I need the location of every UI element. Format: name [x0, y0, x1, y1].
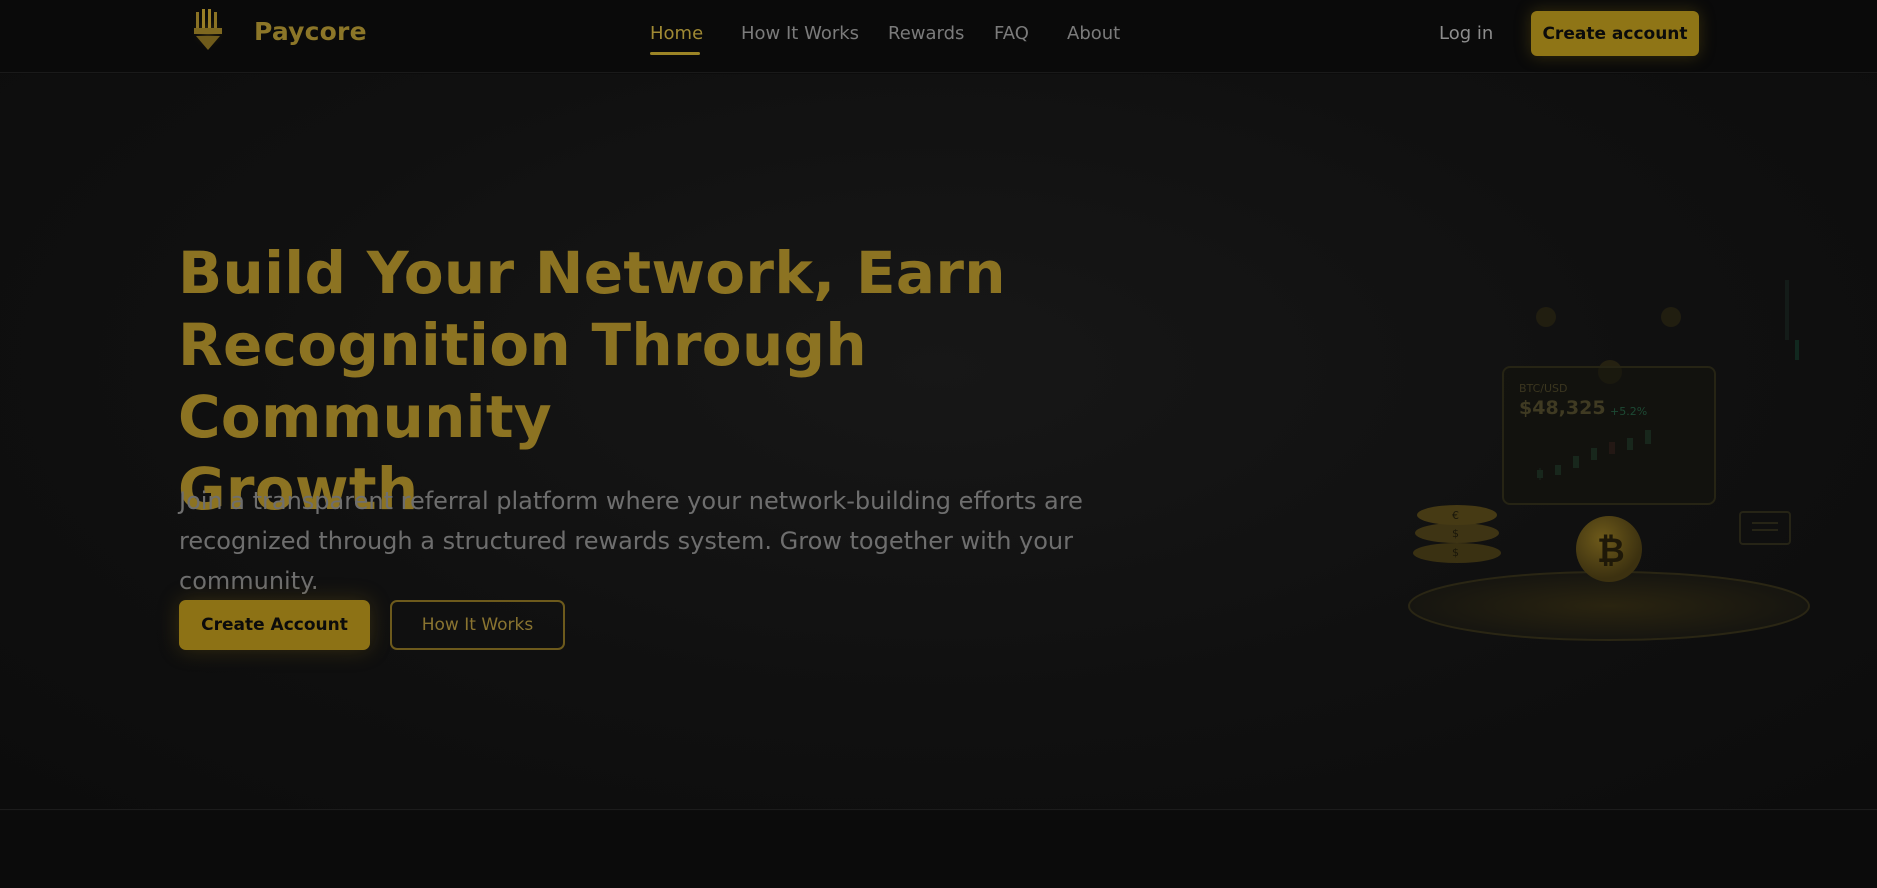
nav-active-indicator: [650, 52, 700, 55]
coin-stack-icon: € $ $: [1413, 505, 1501, 563]
hero-title-line: Build Your Network, Earn: [178, 239, 1006, 307]
top-navigation-bar: Paycore Home How It Works Rewards FAQ Ab…: [0, 0, 1877, 73]
svg-text:€: €: [1452, 509, 1459, 522]
create-account-button[interactable]: Create account: [1531, 11, 1699, 56]
hero-subtitle: Join a transparent referral platform whe…: [179, 481, 1179, 601]
nav-about[interactable]: About: [1067, 23, 1120, 44]
hero-subtitle-line: recognized through a structured rewards …: [179, 527, 1074, 595]
nav-how-it-works[interactable]: How It Works: [741, 23, 859, 44]
login-link[interactable]: Log in: [1439, 23, 1493, 44]
chart-pair-label: BTC/USD: [1519, 382, 1568, 395]
nav-faq[interactable]: FAQ: [994, 23, 1029, 44]
card-icon: [1739, 511, 1791, 545]
crypto-illustration: € $ $ ₿ BTC/USD $48,325 +5.2%: [1395, 200, 1835, 700]
brand-name[interactable]: Paycore: [254, 17, 367, 46]
svg-text:$: $: [1452, 527, 1459, 540]
svg-text:$: $: [1452, 546, 1459, 559]
chart-change: +5.2%: [1610, 405, 1648, 418]
next-section: [0, 811, 1877, 888]
hero-subtitle-line: Join a transparent referral platform whe…: [179, 487, 1083, 515]
hero-create-account-button[interactable]: Create Account: [179, 600, 370, 650]
svg-text:₿: ₿: [1597, 531, 1625, 571]
hero-how-it-works-button[interactable]: How It Works: [390, 600, 565, 650]
crown-logo-icon[interactable]: [190, 6, 226, 58]
nav-rewards[interactable]: Rewards: [888, 23, 964, 44]
chart-price: $48,325: [1519, 397, 1606, 419]
nav-home[interactable]: Home: [650, 23, 703, 44]
bitcoin-coin-icon: ₿: [1576, 516, 1642, 582]
hero-title-line: Recognition Through Community: [178, 311, 867, 451]
